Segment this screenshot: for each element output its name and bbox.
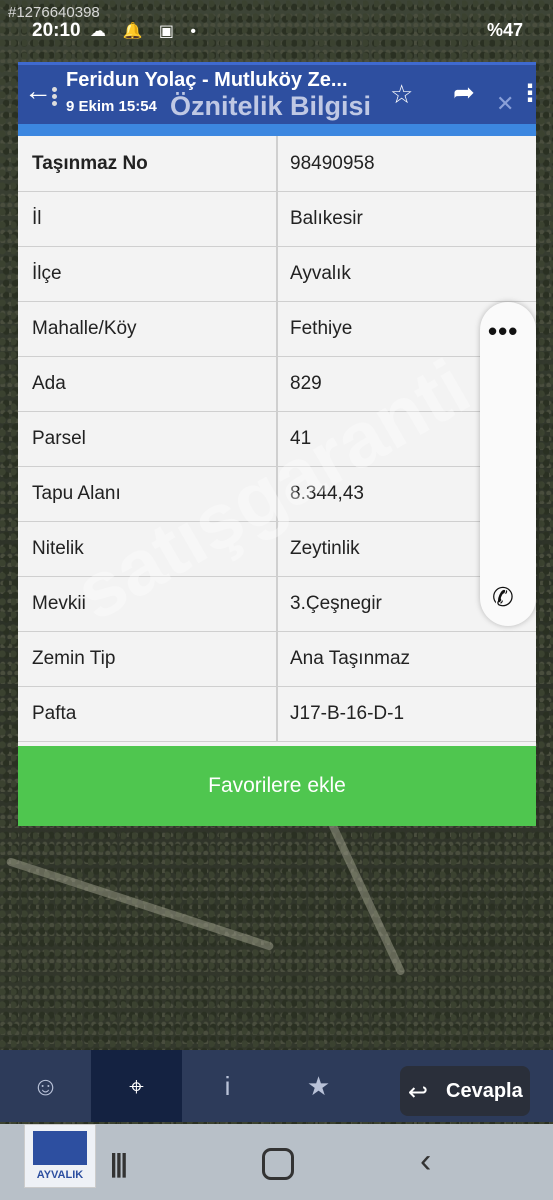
accent-bar	[18, 124, 536, 136]
attr-key: Pafta	[32, 703, 77, 724]
status-bar: #1276640398 20:10 ☁ 🔔 ▣ • %47	[0, 0, 553, 44]
message-date: 9 Ekim 15:54	[66, 98, 157, 115]
attr-value: 98490958	[290, 153, 375, 174]
close-icon[interactable]: ✕	[496, 91, 514, 117]
table-row: İlçe Ayvalık	[18, 246, 536, 302]
floating-action-panel: ••• ✆	[480, 302, 536, 626]
recents-icon[interactable]: |||	[110, 1148, 128, 1179]
star-icon[interactable]: ☆	[390, 79, 413, 110]
image-id: #1276640398	[8, 4, 100, 21]
favorite-star-icon[interactable]: ★	[273, 1050, 364, 1122]
more-horizontal-icon[interactable]: •••	[488, 316, 518, 347]
table-row: Mahalle/Köy Fethiye	[18, 301, 536, 357]
more-options-icon[interactable]: ⋮	[518, 79, 542, 108]
conversation-title: Feridun Yolaç - Mutluköy Ze...	[66, 69, 348, 91]
attr-value: J17-B-16-D-1	[290, 703, 405, 724]
add-to-favorites-button[interactable]: Favorilere ekle	[18, 746, 536, 826]
back-arrow-icon[interactable]: ←	[24, 75, 52, 107]
reply-button[interactable]: ↩ Cevapla	[400, 1066, 530, 1116]
attr-value: Ana Taşınmaz	[290, 648, 411, 669]
attr-key: Mahalle/Köy	[32, 318, 137, 339]
phone-icon[interactable]: ✆	[492, 582, 514, 613]
info-icon[interactable]: i	[182, 1050, 273, 1122]
attr-value: Balıkesir	[290, 208, 363, 229]
nav-back-icon[interactable]: ‹	[420, 1142, 431, 1181]
status-icons: ☁ 🔔 ▣ •	[90, 23, 202, 40]
attr-value: Ayvalık	[290, 263, 351, 284]
panel-title: Öznitelik Bilgisi	[170, 91, 372, 121]
attr-key: Zemin Tip	[32, 648, 116, 669]
handshake-icon	[33, 1131, 87, 1165]
attr-value: 3.Çeşnegir	[290, 593, 382, 614]
attr-key: İl	[32, 208, 42, 229]
attr-key: Tapu Alanı	[32, 483, 121, 504]
attr-value: 829	[290, 373, 322, 394]
forward-icon[interactable]: ➦	[453, 77, 475, 108]
table-row: İl Balıkesir	[18, 191, 536, 247]
ayvalik-logo: AYVALIK	[24, 1124, 96, 1188]
attr-value: Fethiye	[290, 318, 353, 339]
app-header: ← Feridun Yolaç - Mutluköy Ze... 9 Ekim …	[18, 62, 542, 127]
attr-key: Ada	[32, 373, 66, 394]
status-time: 20:10	[32, 20, 81, 41]
attr-key: Taşınmaz No	[32, 153, 148, 174]
attr-key: Mevkii	[32, 593, 86, 614]
logo-text: AYVALIK	[36, 1169, 84, 1181]
locate-icon[interactable]: ⌖	[91, 1050, 182, 1122]
attr-key: İlçe	[32, 263, 62, 284]
table-row: Zemin Tip Ana Taşınmaz	[18, 631, 536, 687]
drag-handle-icon[interactable]	[52, 85, 58, 108]
battery-level: %47	[486, 20, 523, 40]
attr-value: Zeytinlik	[290, 538, 360, 559]
attr-key: Parsel	[32, 428, 86, 449]
reply-label: Cevapla	[446, 1080, 523, 1102]
table-row: Pafta J17-B-16-D-1	[18, 686, 536, 742]
home-icon[interactable]	[262, 1148, 294, 1180]
table-row: Taşınmaz No 98490958	[18, 136, 536, 192]
reply-icon: ↩	[408, 1079, 429, 1106]
emoji-icon[interactable]: ☺	[0, 1050, 91, 1122]
